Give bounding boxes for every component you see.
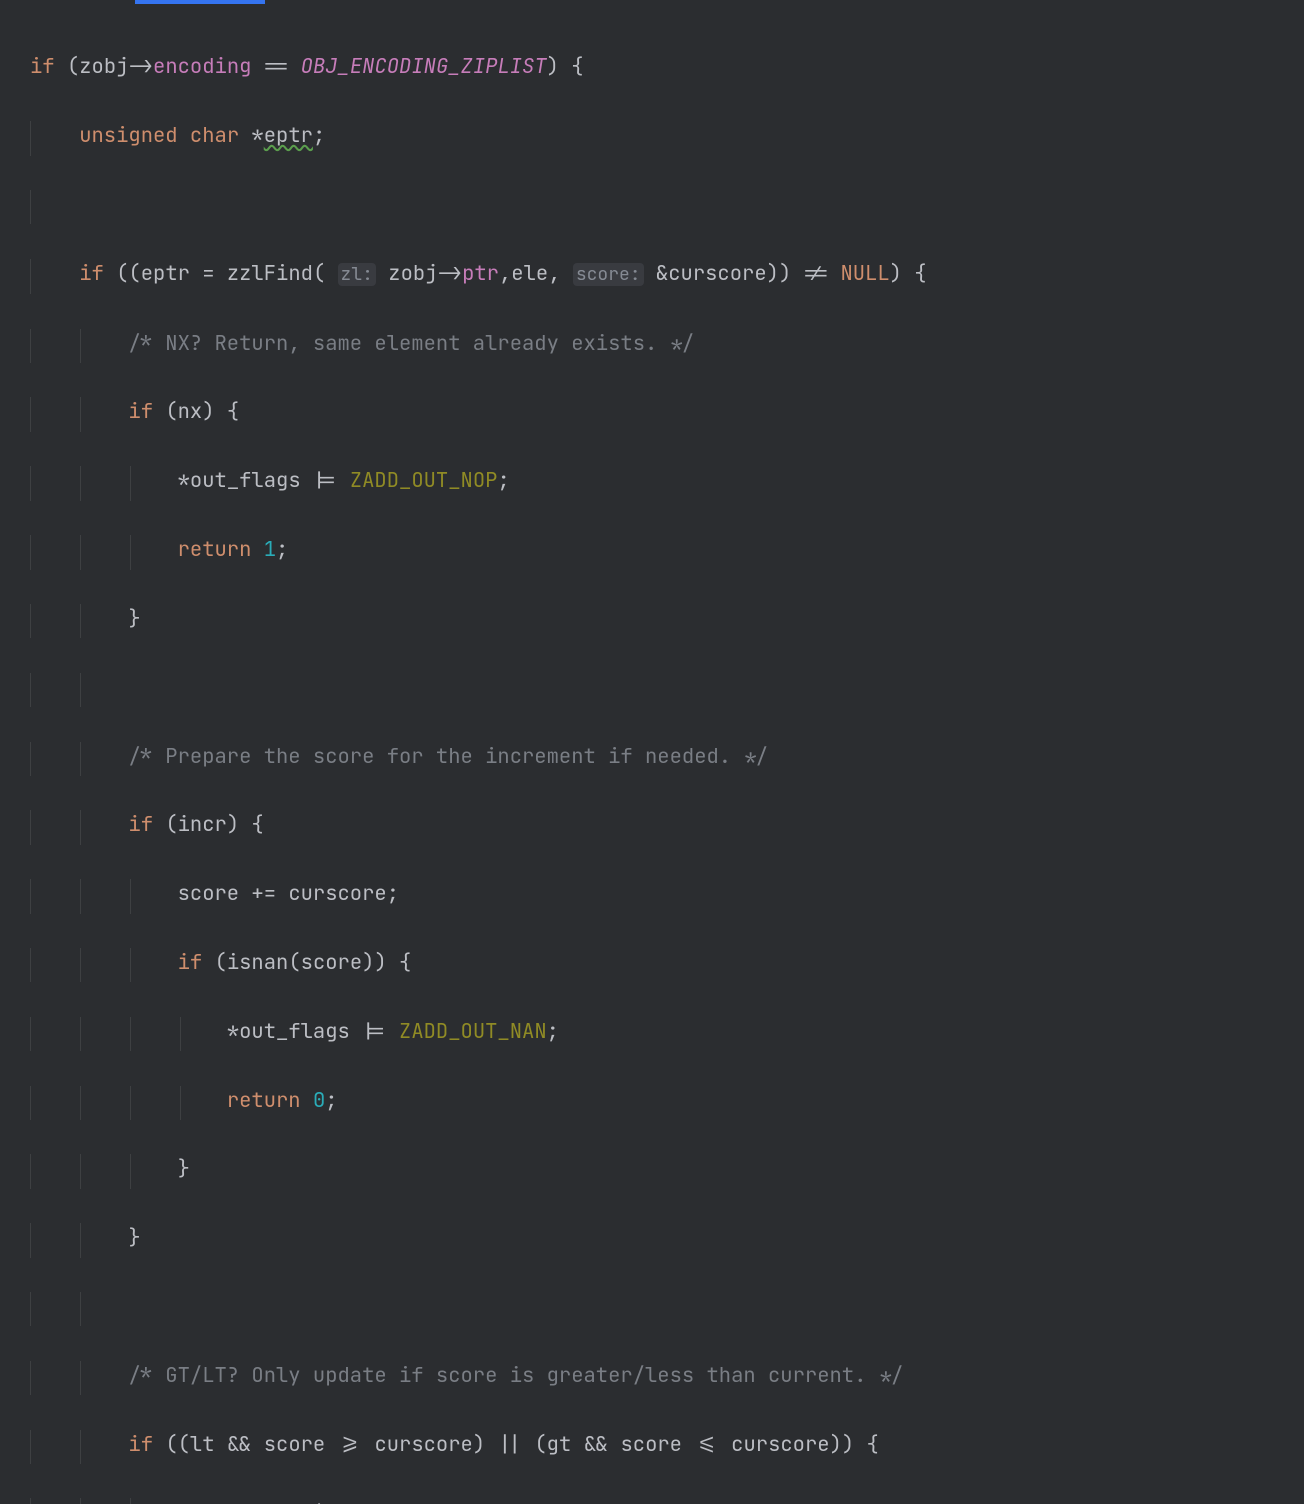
code-line: return 0; bbox=[30, 1084, 1304, 1118]
code-editor[interactable]: if (zobj->encoding == OBJ_ENCODING_ZIPLI… bbox=[0, 0, 1304, 1504]
code-line: if (isnan(score)) { bbox=[30, 946, 1304, 980]
code-line: } bbox=[30, 602, 1304, 636]
code-line: *out_flags |= ZADD_OUT_NAN; bbox=[30, 1015, 1304, 1049]
code-line: /* NX? Return, same element already exis… bbox=[30, 327, 1304, 361]
comment: /* Prepare the score for the increment i… bbox=[128, 743, 768, 770]
code-line bbox=[30, 1290, 1304, 1324]
code-line: *out_flags |= ZADD_OUT_NOP; bbox=[30, 464, 1304, 498]
code-line: /* GT/LT? Only update if score is greate… bbox=[30, 1359, 1304, 1393]
code-line: if (zobj->encoding == OBJ_ENCODING_ZIPLI… bbox=[30, 50, 1304, 84]
code-line: unsigned char *eptr; bbox=[30, 119, 1304, 153]
code-line bbox=[30, 188, 1304, 222]
param-hint: zl: bbox=[338, 263, 376, 286]
code-line: if ((eptr = zzlFind( zl: zobj->ptr,ele, … bbox=[30, 257, 1304, 292]
code-line: if ((lt && score >= curscore) || (gt && … bbox=[30, 1428, 1304, 1462]
param-hint: score: bbox=[573, 263, 644, 286]
code-line bbox=[30, 671, 1304, 705]
code-line: } bbox=[30, 1221, 1304, 1255]
code-line: } bbox=[30, 1152, 1304, 1186]
code-line: *out_flags |= ZADD_OUT_NOP; bbox=[30, 1496, 1304, 1504]
code-line: /* Prepare the score for the increment i… bbox=[30, 740, 1304, 774]
code-line: if (nx) { bbox=[30, 395, 1304, 429]
code-line: score += curscore; bbox=[30, 877, 1304, 911]
keyword-if: if bbox=[30, 53, 55, 80]
comment: /* GT/LT? Only update if score is greate… bbox=[128, 1362, 903, 1389]
code-line: return 1; bbox=[30, 533, 1304, 567]
comment: /* NX? Return, same element already exis… bbox=[128, 330, 694, 357]
code-line: if (incr) { bbox=[30, 808, 1304, 842]
